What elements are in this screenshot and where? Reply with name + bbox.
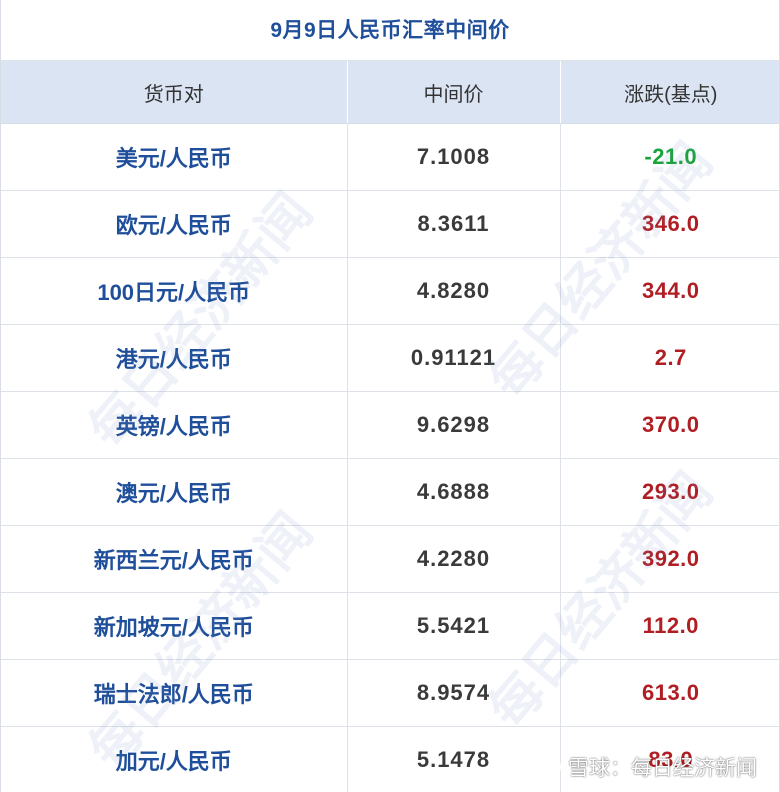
- change-bp-cell: 293.0: [560, 458, 779, 526]
- central-parity-cell: 5.1478: [347, 726, 561, 792]
- central-parity-cell: 4.2280: [347, 525, 561, 593]
- table-row: 新西兰元/人民币 4.2280 392.0: [1, 525, 779, 593]
- rate-table: 货币对 中间价 涨跌(基点) 美元/人民币 7.1008 -21.0 欧元/人民币 8.…: [1, 61, 779, 792]
- source-text: 雪球：每日经济新闻: [568, 757, 757, 780]
- currency-pair-cell: 美元/人民币: [1, 123, 348, 191]
- central-parity-cell: 4.6888: [347, 458, 561, 526]
- currency-pair-cell: 欧元/人民币: [1, 190, 348, 258]
- table-header-row: 货币对 中间价 涨跌(基点): [1, 61, 779, 124]
- central-parity-cell: 8.3611: [347, 190, 561, 258]
- currency-pair-cell: 澳元/人民币: [1, 458, 348, 526]
- table-row: 瑞士法郎/人民币 8.9574 613.0: [1, 659, 779, 727]
- currency-pair-cell: 加元/人民币: [1, 726, 348, 792]
- change-bp-cell: 2.7: [560, 324, 779, 392]
- source-credit: 雪球：每日经济新闻: [538, 752, 757, 782]
- table-row: 新加坡元/人民币 5.5421 112.0: [1, 592, 779, 660]
- table-row: 100日元/人民币 4.8280 344.0: [1, 257, 779, 325]
- change-bp-cell: 346.0: [560, 190, 779, 258]
- change-bp-cell: -21.0: [560, 123, 779, 191]
- currency-pair-cell: 港元/人民币: [1, 324, 348, 392]
- table-row: 澳元/人民币 4.6888 293.0: [1, 458, 779, 526]
- currency-pair-cell: 100日元/人民币: [1, 257, 348, 325]
- rate-table-page: 9月9日人民币汇率中间价 货币对 中间价 涨跌(基点) 美元/人民币 7.1008…: [0, 0, 780, 792]
- page-title: 9月9日人民币汇率中间价: [1, 0, 779, 61]
- central-parity-cell: 5.5421: [347, 592, 561, 660]
- change-bp-cell: 613.0: [560, 659, 779, 727]
- central-parity-cell: 0.91121: [347, 324, 561, 392]
- table-row: 欧元/人民币 8.3611 346.0: [1, 190, 779, 258]
- change-bp-cell: 112.0: [560, 592, 779, 660]
- central-parity-cell: 8.9574: [347, 659, 561, 727]
- change-bp-cell: 370.0: [560, 391, 779, 459]
- table-row: 港元/人民币 0.91121 2.7: [1, 324, 779, 392]
- change-bp-cell: 392.0: [560, 525, 779, 593]
- central-parity-cell: 7.1008: [347, 123, 561, 191]
- column-header-rate: 中间价: [347, 61, 561, 124]
- column-header-change: 涨跌(基点): [560, 61, 779, 124]
- table-row: 英镑/人民币 9.6298 370.0: [1, 391, 779, 459]
- change-bp-cell: 344.0: [560, 257, 779, 325]
- column-header-pair: 货币对: [1, 61, 348, 124]
- snowball-icon: [539, 756, 561, 778]
- central-parity-cell: 9.6298: [347, 391, 561, 459]
- currency-pair-cell: 英镑/人民币: [1, 391, 348, 459]
- table-row: 美元/人民币 7.1008 -21.0: [1, 123, 779, 191]
- currency-pair-cell: 新西兰元/人民币: [1, 525, 348, 593]
- currency-pair-cell: 瑞士法郎/人民币: [1, 659, 348, 727]
- central-parity-cell: 4.8280: [347, 257, 561, 325]
- currency-pair-cell: 新加坡元/人民币: [1, 592, 348, 660]
